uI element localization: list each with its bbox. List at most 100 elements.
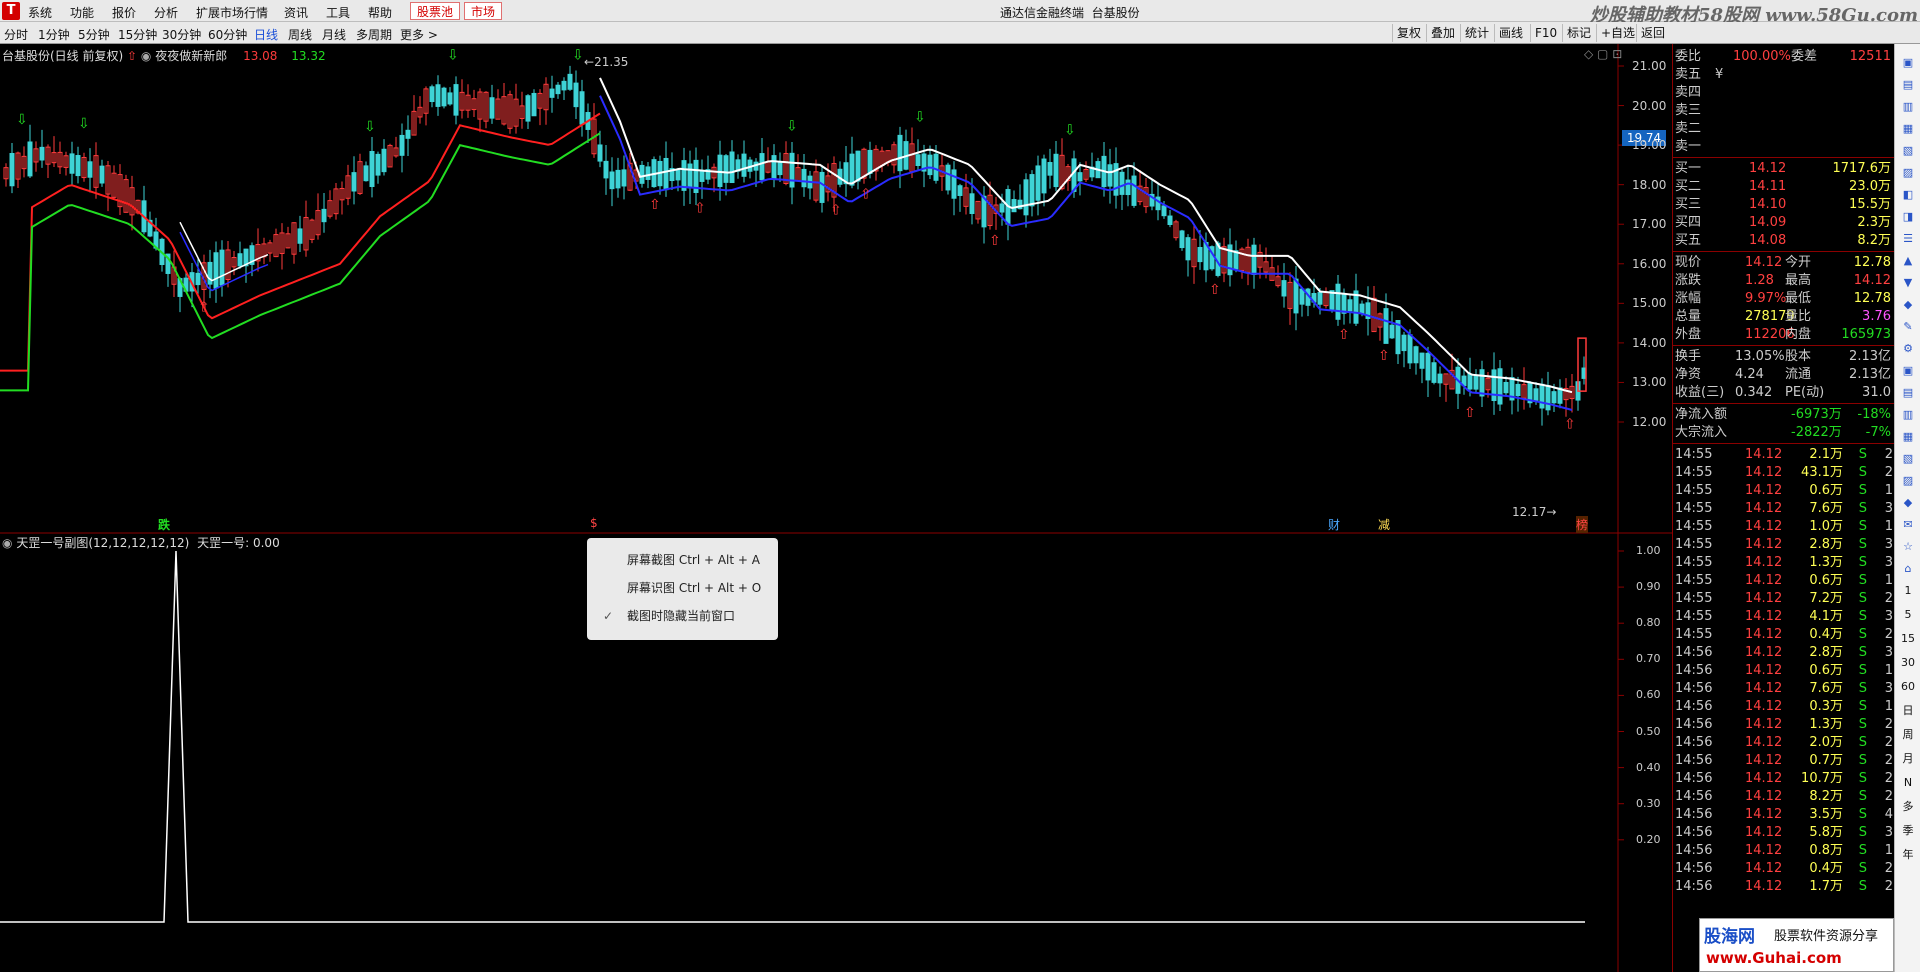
sidebar-tool-icon[interactable]: ◨ <box>1898 208 1918 226</box>
tab-multi-period[interactable]: 多周期 <box>356 26 392 43</box>
event-label-reduce[interactable]: 减 <box>1378 516 1390 533</box>
sidebar-period-button[interactable]: N <box>1898 774 1918 792</box>
sidebar-period-button[interactable]: 1 <box>1898 582 1918 600</box>
menu-analysis[interactable]: 分析 <box>154 4 178 21</box>
sidebar-tool-icon[interactable]: ▦ <box>1898 428 1918 446</box>
event-label-list[interactable]: 榜 <box>1576 516 1589 533</box>
sidebar-period-button[interactable]: 月 <box>1898 750 1918 768</box>
sidebar-period-button[interactable]: 周 <box>1898 726 1918 744</box>
sidebar-tool-icon[interactable]: ☆ <box>1898 538 1918 556</box>
sidebar-tool-icon[interactable]: ◆ <box>1898 296 1918 314</box>
sidebar-tool-icon[interactable]: ▣ <box>1898 362 1918 380</box>
sell-level-row[interactable]: 卖三 <box>1673 102 1895 120</box>
mark-button[interactable]: 标记 <box>1562 24 1595 42</box>
sidebar-tool-icon[interactable]: ▥ <box>1898 98 1918 116</box>
buy-level-row[interactable]: 买五 14.08 8.2万 <box>1673 232 1895 250</box>
sidebar-period-button[interactable]: 年 <box>1898 846 1918 864</box>
buy-level-row[interactable]: 买一 14.12 1717.6万 <box>1673 160 1895 178</box>
menu-item-screen-ocr[interactable]: 屏幕识图 Ctrl + Alt + O <box>587 574 778 602</box>
menu-function[interactable]: 功能 <box>70 4 94 21</box>
event-label-finance[interactable]: 财 <box>1328 516 1340 533</box>
sidebar-period-button[interactable]: 30 <box>1898 654 1918 672</box>
sidebar-tool-icon[interactable]: ▧ <box>1898 142 1918 160</box>
sidebar-tool-icon[interactable]: ✎ <box>1898 318 1918 336</box>
sidebar-tool-icon[interactable]: ✉ <box>1898 516 1918 534</box>
tab-30min[interactable]: 30分钟 <box>162 26 201 43</box>
market-button[interactable]: 市场 <box>464 2 503 20</box>
restore-right-button[interactable]: 复权 <box>1392 24 1425 42</box>
sidebar-period-button[interactable]: 60 <box>1898 678 1918 696</box>
overlay-button[interactable]: 叠加 <box>1426 24 1459 42</box>
sub-indicator-circle-icon[interactable]: ◉ <box>2 536 12 550</box>
tab-more[interactable]: 更多 > <box>400 26 438 43</box>
kline-chart-svg[interactable]: ⇩ ⇩ ⇩ ⇩ ⇩ ⇩ ⇩ ⇩ ⇧ ⇧ ⇧ ⇧ ⇧ ⇧ ⇧ ⇧ ⇧ ⇧ ⇧ <box>0 44 1672 972</box>
sell-level-row[interactable]: 卖五 ¥ <box>1673 66 1895 84</box>
tick-row: 14:56 14.12 0.6万 S 1 <box>1673 662 1895 680</box>
sell-level-row[interactable]: 卖二 <box>1673 120 1895 138</box>
tick-count: 2 <box>1884 753 1893 768</box>
sidebar-tool-icon[interactable]: ▦ <box>1898 120 1918 138</box>
menu-system[interactable]: 系统 <box>28 4 52 21</box>
sidebar-tool-icon[interactable]: ◧ <box>1898 186 1918 204</box>
tab-fenshi[interactable]: 分时 <box>4 26 28 43</box>
sidebar-tool-icon[interactable]: ▼ <box>1898 274 1918 292</box>
chart-area[interactable]: ⇩ ⇩ ⇩ ⇩ ⇩ ⇩ ⇩ ⇩ ⇧ ⇧ ⇧ ⇧ ⇧ ⇧ ⇧ ⇧ ⇧ ⇧ ⇧ 台基股份(日线 前复权) ⇧ ◉ 夜夜做… <box>0 44 1672 972</box>
sidebar-tool-icon[interactable]: ▤ <box>1898 76 1918 94</box>
add-favorite-button[interactable]: +自选 <box>1596 24 1639 42</box>
sidebar-period-button[interactable]: 日 <box>1898 702 1918 720</box>
sub-indicator-name[interactable]: 天罡一号副图(12,12,12,12,12) <box>16 536 189 550</box>
sidebar-period-button[interactable]: 5 <box>1898 606 1918 624</box>
draw-line-button[interactable]: 画线 <box>1494 24 1527 42</box>
sidebar-tool-icon[interactable]: ⚙ <box>1898 340 1918 358</box>
tick-price: 14.12 <box>1745 447 1783 462</box>
sidebar-tool-icon[interactable]: ▨ <box>1898 472 1918 490</box>
menu-item-screen-capture[interactable]: 屏幕截图 Ctrl + Alt + A <box>587 546 778 574</box>
tick-volume: 7.6万 <box>1809 501 1843 516</box>
sidebar-period-button[interactable]: 多 <box>1898 798 1918 816</box>
chart-corner-icons[interactable]: ◇ ▢ ⊡ <box>1584 47 1622 61</box>
event-label-dollar[interactable]: $ <box>590 516 598 530</box>
stock-pool-button[interactable]: 股票池 <box>410 2 461 20</box>
back-button[interactable]: 返回 <box>1636 24 1669 42</box>
sell-level-row[interactable]: 卖一 <box>1673 138 1895 156</box>
indicator-name[interactable]: 夜夜做新新郎 <box>155 49 227 63</box>
buy-level-row[interactable]: 买二 14.11 23.0万 <box>1673 178 1895 196</box>
candle-body <box>1035 165 1041 201</box>
sidebar-tool-icon[interactable]: ▲ <box>1898 252 1918 270</box>
tab-60min[interactable]: 60分钟 <box>208 26 247 43</box>
tab-daily[interactable]: 日线 <box>254 26 278 43</box>
f10-button[interactable]: F10 <box>1530 24 1561 42</box>
tick-time: 14:56 <box>1675 681 1713 696</box>
tick-row: 14:56 14.12 0.4万 S 2 <box>1673 860 1895 878</box>
sidebar-tool-icon[interactable]: ▧ <box>1898 450 1918 468</box>
tab-5min[interactable]: 5分钟 <box>78 26 110 43</box>
menu-extended-market[interactable]: 扩展市场行情 <box>196 4 268 21</box>
sidebar-tool-icon[interactable]: ▥ <box>1898 406 1918 424</box>
menu-tools[interactable]: 工具 <box>326 4 350 21</box>
sidebar-tool-icon[interactable]: ▨ <box>1898 164 1918 182</box>
statistics-button[interactable]: 统计 <box>1460 24 1493 42</box>
event-label-drop[interactable]: 跌 <box>158 516 170 533</box>
sidebar-tool-icon[interactable]: ▣ <box>1898 54 1918 72</box>
up-signal-arrow-icon: ⇧ <box>1209 282 1221 298</box>
menu-news[interactable]: 资讯 <box>284 4 308 21</box>
sidebar-period-button[interactable]: 季 <box>1898 822 1918 840</box>
tab-1min[interactable]: 1分钟 <box>38 26 70 43</box>
sidebar-period-button[interactable]: 15 <box>1898 630 1918 648</box>
red-up-arrow-icon: ⇧ <box>127 49 138 63</box>
sidebar-tool-icon[interactable]: ◆ <box>1898 494 1918 512</box>
sidebar-tool-icon[interactable]: ▤ <box>1898 384 1918 402</box>
buy-level-row[interactable]: 买四 14.09 2.3万 <box>1673 214 1895 232</box>
menu-item-hide-window[interactable]: ✓ 截图时隐藏当前窗口 <box>587 602 778 630</box>
candle-body <box>777 161 783 176</box>
indicator-circle-icon[interactable]: ◉ <box>141 49 151 63</box>
sidebar-tool-icon[interactable]: ☰ <box>1898 230 1918 248</box>
buy-level-row[interactable]: 买三 14.10 15.5万 <box>1673 196 1895 214</box>
tab-15min[interactable]: 15分钟 <box>118 26 157 43</box>
menu-help[interactable]: 帮助 <box>368 4 392 21</box>
sidebar-tool-icon[interactable]: ⌂ <box>1898 560 1918 578</box>
tab-monthly[interactable]: 月线 <box>322 26 346 43</box>
tab-weekly[interactable]: 周线 <box>288 26 312 43</box>
menu-quote[interactable]: 报价 <box>112 4 136 21</box>
sell-level-row[interactable]: 卖四 <box>1673 84 1895 102</box>
